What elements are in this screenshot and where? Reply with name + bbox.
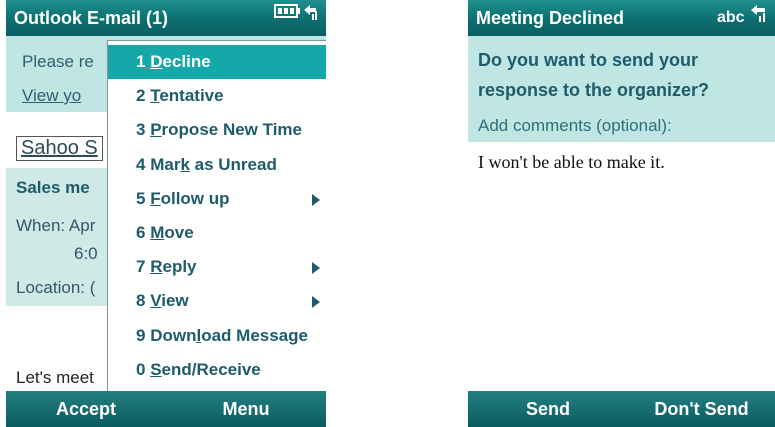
accept-softkey[interactable]: Accept: [6, 391, 166, 427]
menu-item-number: 8: [136, 291, 146, 311]
question-line-1: Do you want to send your: [478, 50, 699, 70]
menu-item-accelerator: T: [150, 86, 160, 106]
menu-item[interactable]: 9 Download Message: [108, 319, 326, 353]
menu-item-number: 1: [136, 52, 146, 71]
menu-item-label: as Unread: [189, 154, 277, 174]
menu-item[interactable]: 8 View: [108, 284, 326, 318]
menu-item-number: 6: [136, 223, 146, 242]
menu-item-accelerator: R: [150, 257, 163, 277]
when-time: 6:0: [74, 244, 98, 263]
outlook-email-screen: Outlook E-mail (1) Please re View yo Sah…: [6, 0, 326, 427]
softkey-bar: Accept Menu: [6, 391, 326, 427]
menu-item[interactable]: 1 Decline: [108, 45, 326, 79]
subject-text: Sales me: [16, 178, 90, 197]
menu-item[interactable]: 3 Propose New Time: [108, 113, 326, 147]
menu-item[interactable]: 0 Send/Receive: [108, 353, 326, 387]
battery-signal-icon: [274, 0, 318, 36]
menu-item-accelerator: S: [150, 359, 162, 379]
menu-item-label: ollow up: [160, 188, 230, 208]
menu-item-label: iew: [161, 291, 189, 311]
menu-item-accelerator: P: [150, 120, 162, 140]
context-menu: 1 Decline 2 Tentative 3 Propose New Time 4 …: [107, 40, 326, 398]
menu-item-accelerator: F: [150, 188, 161, 208]
message-body: Let's meet: [16, 368, 94, 387]
submenu-arrow-icon: [312, 262, 320, 275]
menu-item-label: ove: [164, 223, 194, 242]
menu-item[interactable]: 5 Follow up: [108, 182, 326, 216]
menu-item-label: eply: [162, 257, 197, 277]
menu-item-label: Mar: [150, 154, 181, 174]
location-text: Location: (: [16, 278, 96, 297]
menu-item-label: ecline: [162, 52, 211, 71]
menu-item-label: end/Receive: [161, 359, 261, 379]
dont-send-softkey[interactable]: Don't Send: [628, 391, 775, 427]
notice-text: Please re: [22, 52, 94, 71]
title-bar: Meeting Declined abc: [468, 0, 775, 36]
softkey-bar: Send Don't Send: [468, 391, 775, 427]
submenu-arrow-icon: [312, 296, 320, 309]
comments-label: Add comments (optional):: [478, 116, 672, 135]
menu-softkey[interactable]: Menu: [166, 391, 326, 427]
menu-item-label: ropose New Time: [161, 120, 302, 140]
screen-title: Meeting Declined: [476, 8, 625, 28]
menu-item[interactable]: 4 Mark as Unread: [108, 148, 326, 182]
menu-item-number: 5: [136, 188, 146, 208]
menu-item[interactable]: 6 Move: [108, 216, 326, 250]
view-link[interactable]: View yo: [22, 86, 81, 106]
menu-item-label: entative: [159, 86, 224, 106]
when-label: When: Apr: [16, 216, 96, 235]
title-bar: Outlook E-mail (1): [6, 0, 326, 36]
menu-item-label: Down: [150, 325, 197, 345]
comment-input[interactable]: I won't be able to make it.: [478, 152, 665, 173]
menu-item-accelerator: D: [150, 52, 163, 71]
signal-icon: [749, 0, 767, 36]
question-line-2: response to the organizer?: [478, 80, 710, 100]
send-softkey[interactable]: Send: [468, 391, 628, 427]
menu-item-accelerator: V: [150, 291, 162, 311]
menu-item-number: 2: [136, 86, 146, 106]
menu-item-label: oad Message: [201, 325, 308, 345]
menu-item-number: 7: [136, 257, 146, 277]
submenu-arrow-icon: [312, 193, 320, 206]
menu-item[interactable]: 2 Tentative: [108, 79, 326, 113]
app-title: Outlook E-mail (1): [14, 8, 169, 28]
menu-item-number: 0: [136, 359, 146, 379]
menu-item[interactable]: 7 Reply: [108, 250, 326, 284]
menu-item-number: 3: [136, 120, 146, 140]
menu-item-number: 9: [136, 325, 146, 345]
sender-name[interactable]: Sahoo S: [16, 136, 103, 161]
input-mode-indicator: abc: [717, 0, 767, 36]
menu-item-accelerator: k: [180, 154, 190, 174]
menu-item-accelerator: M: [150, 223, 165, 242]
meeting-declined-screen: Meeting Declined abc Do you want to send…: [468, 0, 775, 427]
input-mode-label: abc: [716, 9, 745, 27]
menu-item-number: 4: [136, 154, 146, 174]
